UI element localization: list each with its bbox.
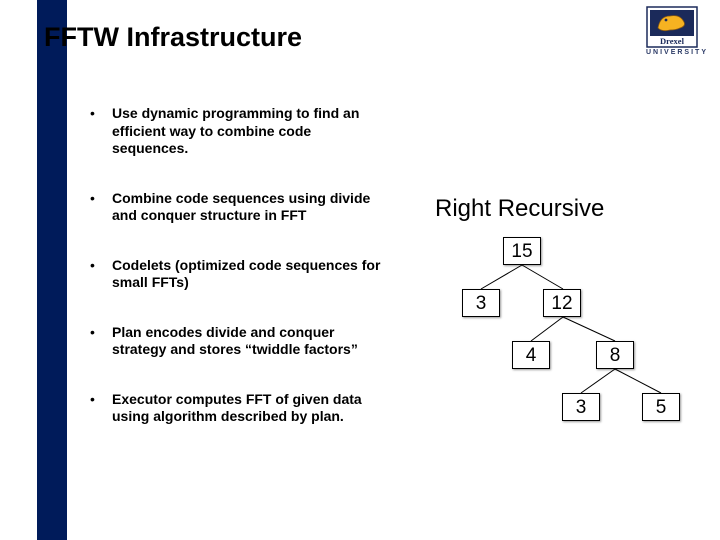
tree-node-3b: 3: [562, 393, 600, 421]
page-title: FFTW Infrastructure: [44, 22, 302, 53]
tree-node-8: 8: [596, 341, 634, 369]
bullet-item: Use dynamic programming to find an effic…: [90, 105, 385, 158]
tree-node-3: 3: [462, 289, 500, 317]
bullet-item: Combine code sequences using divide and …: [90, 190, 385, 225]
tree-node-15: 15: [503, 237, 541, 265]
tree-node-12: 12: [543, 289, 581, 317]
bullet-item: Codelets (optimized code sequences for s…: [90, 257, 385, 292]
bullet-item: Executor computes FFT of given data usin…: [90, 391, 385, 426]
logo-caption: UNIVERSITY: [646, 49, 708, 56]
dragon-crest-icon: Drexel: [646, 6, 698, 48]
logo-wordmark: Drexel: [660, 36, 685, 46]
tree-node-5: 5: [642, 393, 680, 421]
bullet-item: Plan encodes divide and conquer strategy…: [90, 324, 385, 359]
side-stripe: [37, 0, 67, 540]
bullet-list: Use dynamic programming to find an effic…: [90, 105, 385, 458]
tree-node-4: 4: [512, 341, 550, 369]
tree-diagram: Right Recursive 15 3 12 4 8 3 5: [415, 195, 705, 445]
drexel-logo: Drexel UNIVERSITY: [646, 6, 708, 56]
